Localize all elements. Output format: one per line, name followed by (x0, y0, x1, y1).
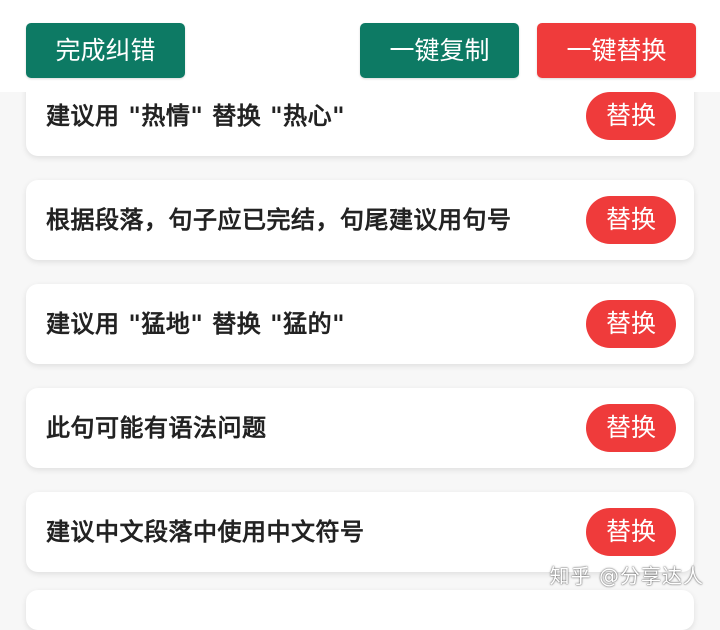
replace-all-button[interactable]: 一键替换 (537, 23, 696, 78)
suggestion-card: 建议用 "猛地" 替换 "猛的" 替换 (26, 284, 694, 364)
suggestion-text: 建议中文段落中使用中文符号 (46, 518, 365, 546)
replace-button[interactable]: 替换 (586, 404, 676, 452)
replace-button[interactable]: 替换 (586, 300, 676, 348)
watermark: 知乎 @分享达人 (549, 564, 704, 588)
suggestion-text: 建议用 "猛地" 替换 "猛的" (46, 310, 346, 338)
action-toolbar: 完成纠错 一键复制 一键替换 (0, 0, 720, 92)
replace-button[interactable]: 替换 (586, 92, 676, 140)
replace-button[interactable]: 替换 (586, 196, 676, 244)
suggestion-card: 此句可能有语法问题 替换 (26, 388, 694, 468)
finish-correction-button[interactable]: 完成纠错 (26, 23, 185, 78)
suggestion-text: 此句可能有语法问题 (46, 414, 267, 442)
replace-button[interactable]: 替换 (586, 508, 676, 556)
suggestion-card-partial (26, 590, 694, 630)
copy-all-button[interactable]: 一键复制 (360, 23, 519, 78)
suggestion-card: 根据段落，句子应已完结，句尾建议用句号 替换 (26, 180, 694, 260)
suggestion-text: 根据段落，句子应已完结，句尾建议用句号 (46, 206, 512, 234)
